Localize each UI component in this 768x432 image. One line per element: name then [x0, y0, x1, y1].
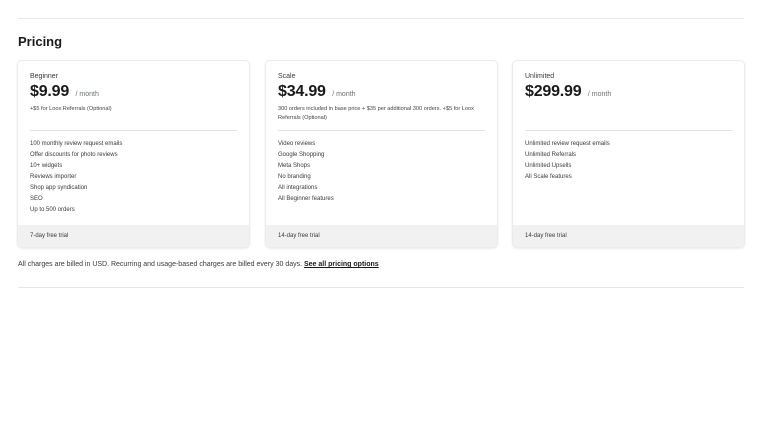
feature-item: Meta Shops: [278, 163, 311, 169]
card-divider: [525, 130, 732, 131]
feature-list: Video reviews Google Shopping Meta Shops…: [278, 139, 334, 205]
card-divider: [278, 130, 485, 131]
feature-item: All Beginner features: [278, 196, 334, 202]
feature-item: SEO: [30, 196, 43, 202]
feature-item: Offer discounts for photo reviews: [30, 152, 118, 158]
trial-label: 14-day free trial: [513, 225, 744, 247]
plan-card-unlimited[interactable]: Unlimited $299.99 / month Unlimited revi…: [513, 61, 744, 247]
plan-note: 300 orders included in base price + $35 …: [278, 106, 474, 121]
trial-label: 7-day free trial: [18, 225, 249, 247]
plan-name: Unlimited: [525, 73, 555, 80]
feature-item: All Scale features: [525, 174, 572, 180]
plan-card-beginner[interactable]: Beginner $9.99 / month +$5 for Loox Refe…: [18, 61, 249, 247]
section-title: Pricing: [18, 34, 63, 49]
plan-period: / month: [332, 91, 356, 98]
feature-item: Unlimited Upsells: [525, 163, 572, 169]
top-divider: [18, 18, 744, 19]
card-divider: [30, 130, 237, 131]
see-all-pricing-link[interactable]: See all pricing options: [304, 261, 379, 268]
price-row: $299.99 / month: [525, 83, 611, 101]
plan-note: +$5 for Loox Referrals (Optional): [30, 106, 112, 112]
billing-footnote: All charges are billed in USD. Recurring…: [18, 261, 379, 268]
feature-list: Unlimited review request emails Unlimite…: [525, 139, 610, 183]
plan-name: Scale: [278, 73, 296, 80]
billing-note-text: All charges are billed in USD. Recurring…: [18, 261, 303, 268]
feature-item: 10+ widgets: [30, 163, 63, 169]
feature-item: Video reviews: [278, 141, 316, 147]
plan-price: $9.99: [30, 83, 70, 100]
trial-label: 14-day free trial: [266, 225, 497, 247]
pricing-cards: Beginner $9.99 / month +$5 for Loox Refe…: [18, 61, 745, 248]
plan-period: / month: [75, 91, 99, 98]
feature-item: Up to 500 orders: [30, 207, 75, 213]
feature-item: Unlimited review request emails: [525, 141, 610, 147]
feature-item: Google Shopping: [278, 152, 325, 158]
plan-price: $34.99: [278, 83, 326, 100]
price-row: $34.99 / month: [278, 83, 356, 101]
bottom-divider: [18, 287, 744, 288]
price-row: $9.99 / month: [30, 83, 99, 101]
plan-name: Beginner: [30, 73, 59, 80]
feature-item: Unlimited Referrals: [525, 152, 577, 158]
feature-item: Shop app syndication: [30, 185, 88, 191]
plan-period: / month: [587, 91, 612, 98]
plan-price: $299.99: [525, 83, 582, 100]
feature-item: 100 monthly review request emails: [30, 141, 123, 147]
feature-item: Reviews importer: [30, 174, 77, 180]
feature-item: All integrations: [278, 185, 318, 191]
feature-list: 100 monthly review request emails Offer …: [30, 139, 122, 216]
plan-card-scale[interactable]: Scale $34.99 / month 300 orders included…: [266, 61, 497, 247]
feature-item: No branding: [278, 174, 311, 180]
